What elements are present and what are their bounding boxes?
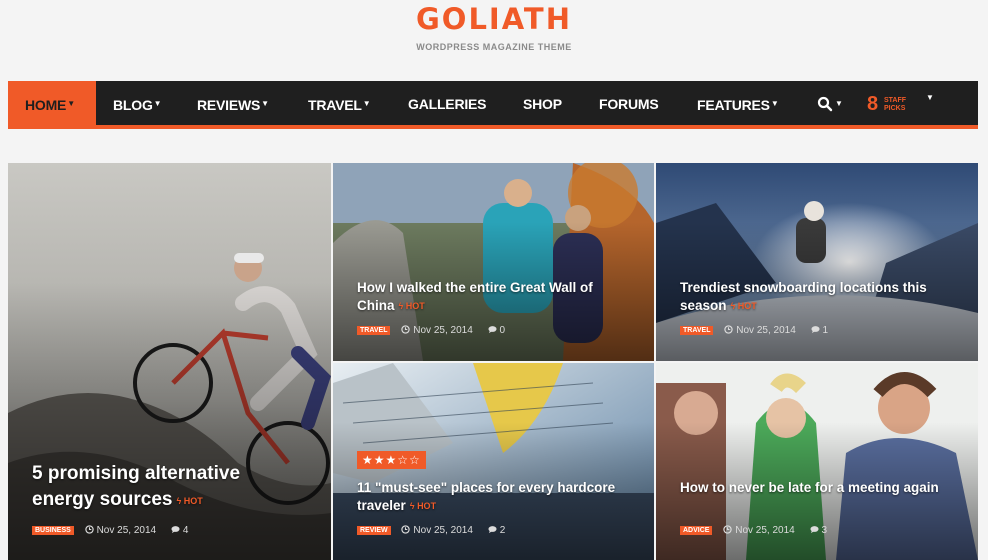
category-badge[interactable]: REVIEW [357,526,391,535]
nav-label: SHOP [523,96,562,112]
nav-item-reviews[interactable]: REVIEWS▼ [197,81,269,129]
comment-icon [809,526,819,534]
chevron-down-icon: ▼ [261,99,269,108]
article-date: Nov 25, 2014 [736,325,796,336]
nav-label: GALLERIES [408,96,487,112]
article-title[interactable]: 11 "must-see" places for every hardcore … [357,479,627,515]
chevron-down-icon: ▼ [362,99,371,108]
nav-label: FEATURES [697,97,770,113]
comment-icon [488,526,497,534]
article-title-text: How to never be late for a meeting again [680,480,939,495]
nav-label: TRAVEL [308,97,362,113]
article-title[interactable]: How to never be late for a meeting again [680,479,950,497]
article-tile-featured[interactable]: 5 promising alternative energy sources ϟ … [8,163,331,560]
hot-label: HOT [417,501,437,511]
main-nav: HOME▼ BLOG▼ REVIEWS▼ TRAVEL▼ GALLERIES S… [8,81,978,129]
article-tile[interactable]: How to never be late for a meeting again… [656,363,978,560]
hot-label: HOT [405,301,425,311]
comment-count[interactable]: 2 [500,525,506,536]
article-title-text: Trendiest snowboarding locations this se… [680,280,927,313]
search-toggle[interactable]: ▼ [815,81,845,129]
hot-badge: ϟ HOT [176,496,203,506]
chevron-down-icon[interactable]: ▼ [926,93,934,102]
nav-item-forums[interactable]: FORUMS [599,81,659,129]
article-meta: REVIEW Nov 25, 2014 2 [357,525,505,536]
nav-item-galleries[interactable]: GALLERIES [408,81,487,129]
comment-icon [171,526,180,534]
article-date: Nov 25, 2014 [735,525,795,536]
staff-picks-label: STAFF PICKS [884,97,907,112]
hot-badge: ϟ HOT [730,301,757,311]
image-overlay [8,282,331,560]
article-date: Nov 25, 2014 [413,525,473,536]
comment-count[interactable]: 3 [822,525,828,536]
article-tile[interactable]: ★★★☆☆ 11 "must-see" places for every har… [333,363,654,560]
comment-count[interactable]: 1 [823,325,829,336]
hot-badge: ϟ HOT [409,501,437,511]
nav-item-home[interactable]: HOME▼ [8,81,96,129]
comment-icon [810,326,820,334]
nav-item-blog[interactable]: BLOG▼ [113,81,162,129]
rating-stars: ★★★☆☆ [357,451,426,469]
clock-icon [84,525,94,534]
nav-label: REVIEWS [197,97,261,113]
category-badge[interactable]: TRAVEL [357,326,391,335]
article-meta: TRAVEL Nov 25, 2014 0 [357,325,505,336]
category-badge[interactable]: BUSINESS [32,526,74,535]
clock-icon [723,525,732,534]
search-icon [817,96,833,112]
article-title-text: How I walked the entire Great Wall of Ch… [357,280,593,313]
article-meta: TRAVEL Nov 25, 2014 1 [680,325,828,336]
article-tile[interactable]: Trendiest snowboarding locations this se… [656,163,978,361]
article-date: Nov 25, 2014 [96,525,157,536]
nav-item-shop[interactable]: SHOP [523,81,562,129]
article-date: Nov 25, 2014 [413,325,473,336]
comment-icon [487,326,497,334]
hot-label: HOT [737,301,757,311]
comment-count[interactable]: 0 [500,325,506,336]
article-meta: BUSINESS Nov 25, 2014 4 [32,525,188,536]
article-title[interactable]: 5 promising alternative energy sources ϟ … [32,461,302,514]
nav-item-features[interactable]: FEATURES▼ [697,81,779,129]
site-logo[interactable]: GOLIATH [0,2,988,36]
nav-label: FORUMS [599,96,659,112]
clock-icon [401,525,411,534]
chevron-down-icon: ▼ [67,99,75,108]
category-badge[interactable]: TRAVEL [680,326,714,335]
article-title[interactable]: How I walked the entire Great Wall of Ch… [357,279,627,315]
staff-picks-count: 8 [867,93,879,115]
article-meta: ADVICE Nov 25, 2014 3 [680,525,827,536]
site-header: GOLIATH WORDPRESS MAGAZINE THEME [0,0,988,80]
article-title-text: 5 promising alternative energy sources [32,463,241,510]
article-title[interactable]: Trendiest snowboarding locations this se… [680,279,960,315]
hot-label: HOT [183,496,203,506]
chevron-down-icon: ▼ [153,99,162,108]
clock-icon [401,325,410,334]
nav-item-travel[interactable]: TRAVEL▼ [308,81,371,129]
nav-label: HOME [25,97,67,113]
clock-icon [724,325,733,334]
nav-label: BLOG [113,97,153,113]
site-tagline: WORDPRESS MAGAZINE THEME [416,42,572,52]
chevron-down-icon: ▼ [835,99,843,108]
article-tile[interactable]: How I walked the entire Great Wall of Ch… [333,163,654,361]
category-badge[interactable]: ADVICE [680,526,713,535]
comment-count[interactable]: 4 [183,525,189,536]
chevron-down-icon: ▼ [770,99,779,108]
article-title-text: 11 "must-see" places for every hardcore … [357,480,616,513]
hot-badge: ϟ HOT [398,301,425,311]
